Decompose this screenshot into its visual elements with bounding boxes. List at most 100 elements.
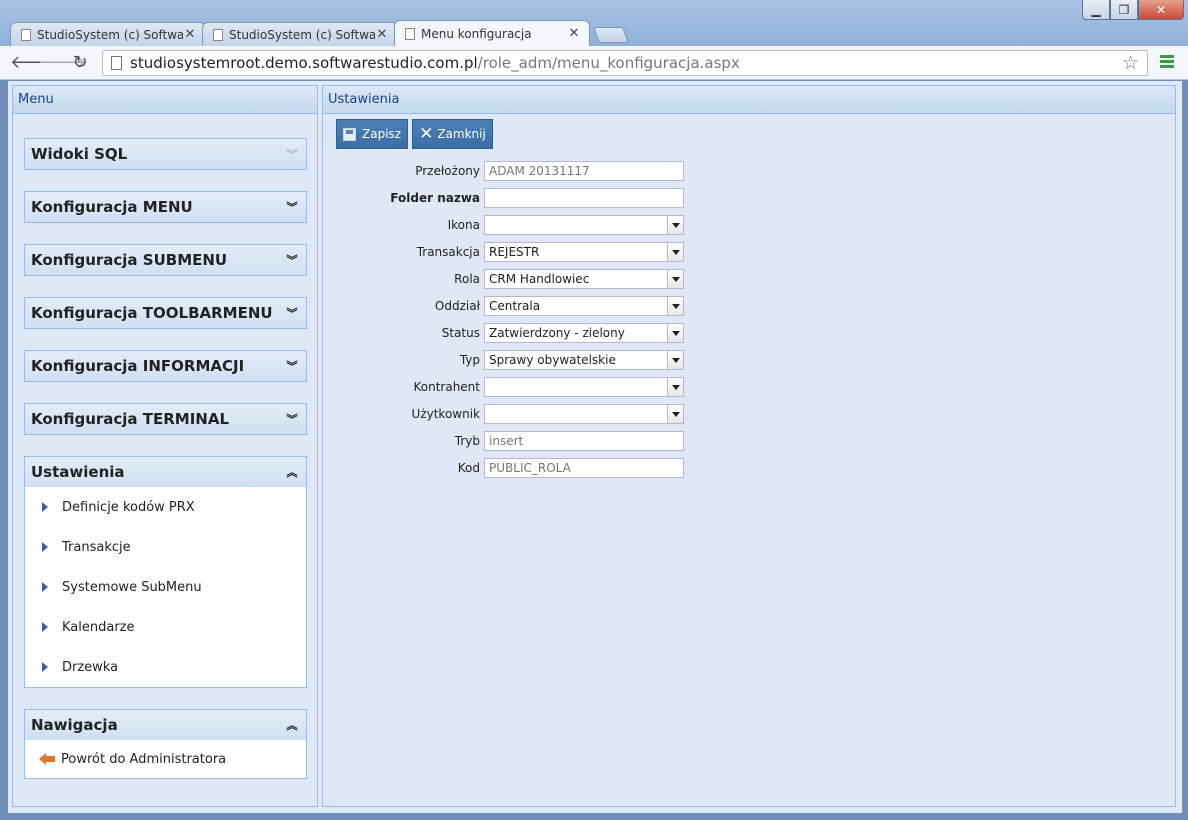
dropdown-arrow-icon[interactable] <box>667 270 683 288</box>
folder-nazwa-input[interactable] <box>484 188 684 208</box>
tab-title: Menu konfiguracja <box>421 26 532 41</box>
tab-title: StudioSystem (c) Software <box>37 27 183 42</box>
menu-panel-title: Menu <box>13 86 317 114</box>
section-header[interactable]: Konfiguracja TOOLBARMENU ︾ <box>25 298 306 328</box>
field-row-tryb: Tryb insert <box>323 431 823 451</box>
back-arrow-icon[interactable]: 🡐 <box>10 52 58 73</box>
expand-icon[interactable]: ︾ <box>284 252 300 268</box>
expand-icon[interactable]: ︾ <box>284 199 300 215</box>
section-header[interactable]: Konfiguracja SUBMENU ︾ <box>25 245 306 275</box>
field-label: Transakcja <box>416 245 480 259</box>
settings-panel: Ustawienia Zapisz ✕ Zamknij Przełożony A… <box>322 85 1176 807</box>
arrow-right-icon <box>42 622 48 632</box>
close-button[interactable]: ✕ Zamknij <box>412 119 493 149</box>
section-header[interactable]: Widoki SQL ︾ <box>25 139 306 169</box>
expand-icon[interactable]: ︾ <box>284 358 300 374</box>
collapse-icon[interactable]: ︽ <box>284 717 300 733</box>
section-title: Konfiguracja SUBMENU <box>31 251 228 269</box>
close-button-label: Zamknij <box>437 127 486 141</box>
ikona-select[interactable] <box>484 215 684 235</box>
page-icon <box>21 28 31 41</box>
dropdown-arrow-icon[interactable] <box>667 351 683 369</box>
tab-close-icon[interactable]: ✕ <box>183 27 197 42</box>
kod-field[interactable]: PUBLIC_ROLA <box>484 458 684 478</box>
expand-icon[interactable]: ︾ <box>284 411 300 427</box>
save-button[interactable]: Zapisz <box>336 119 409 149</box>
field-label: Ikona <box>447 218 480 232</box>
arrow-right-icon <box>42 542 48 552</box>
menu-item-systemowe-submenu[interactable]: Systemowe SubMenu <box>25 567 306 607</box>
form-toolbar: Zapisz ✕ Zamknij <box>336 119 497 149</box>
field-row-uzytkownik: Użytkownik <box>323 404 823 424</box>
tab-close-icon[interactable]: ✕ <box>567 26 581 41</box>
section-header[interactable]: Nawigacja ︽ <box>25 710 306 740</box>
section-header[interactable]: Konfiguracja INFORMACJI ︾ <box>25 351 306 381</box>
browser-tabs: StudioSystem (c) Software ✕ StudioSystem… <box>10 20 629 46</box>
browser-tab[interactable]: StudioSystem (c) Software ✕ <box>202 22 398 46</box>
browser-menu-icon[interactable] <box>1160 55 1174 70</box>
tab-title: StudioSystem (c) Software <box>229 27 375 42</box>
section-title: Ustawienia <box>31 463 125 481</box>
minimize-icon[interactable]: ▁ <box>1082 0 1110 20</box>
dropdown-arrow-icon[interactable] <box>667 243 683 261</box>
przelozony-field[interactable]: ADAM 20131117 <box>484 161 684 181</box>
url-text: studiosystemroot.demo.softwarestudio.com… <box>130 54 740 72</box>
save-button-label: Zapisz <box>362 127 402 141</box>
back-arrow-icon <box>39 752 57 766</box>
transakcja-select[interactable]: REJESTR <box>484 242 684 262</box>
section-header[interactable]: Ustawienia ︽ <box>25 457 306 487</box>
rola-select[interactable]: CRM Handlowiec <box>484 269 684 289</box>
forward-arrow-icon[interactable]: 🡒 <box>38 52 86 73</box>
section-konfiguracja-informacji[interactable]: Konfiguracja INFORMACJI ︾ <box>24 350 307 382</box>
collapse-icon[interactable]: ︽ <box>284 464 300 480</box>
field-label: Przełożony <box>415 164 480 178</box>
dropdown-arrow-icon[interactable] <box>667 297 683 315</box>
page-info-icon[interactable] <box>111 56 122 70</box>
expand-icon[interactable]: ︾ <box>284 305 300 321</box>
kontrahent-select[interactable] <box>484 377 684 397</box>
section-header[interactable]: Konfiguracja MENU ︾ <box>25 192 306 222</box>
field-row-kod: Kod PUBLIC_ROLA <box>323 458 823 478</box>
close-window-icon[interactable]: ✕ <box>1138 0 1184 20</box>
select-value: Centrala <box>489 299 541 313</box>
address-bar[interactable]: studiosystemroot.demo.softwarestudio.com… <box>102 50 1148 76</box>
section-widoki-sql[interactable]: Widoki SQL ︾ <box>24 138 307 170</box>
field-row-kontrahent: Kontrahent <box>323 377 823 397</box>
section-nawigacja: Nawigacja ︽ Powrót do Administratora <box>24 709 307 779</box>
page-icon <box>405 27 415 40</box>
section-konfiguracja-toolbarmenu[interactable]: Konfiguracja TOOLBARMENU ︾ <box>24 297 307 329</box>
browser-tab[interactable]: StudioSystem (c) Software ✕ <box>10 22 206 46</box>
section-konfiguracja-submenu[interactable]: Konfiguracja SUBMENU ︾ <box>24 244 307 276</box>
oddzial-select[interactable]: Centrala <box>484 296 684 316</box>
expand-icon[interactable]: ︾ <box>284 146 300 162</box>
browser-titlebar: ▁ ❐ ✕ StudioSystem (c) Software ✕ Studio… <box>0 0 1188 46</box>
reload-icon[interactable]: ↻ <box>66 52 94 73</box>
menu-item-powrot-do-administratora[interactable]: Powrót do Administratora <box>25 740 306 778</box>
section-title: Konfiguracja MENU <box>31 198 193 216</box>
menu-item-transakcje[interactable]: Transakcje <box>25 527 306 567</box>
section-title: Widoki SQL <box>31 145 128 163</box>
maximize-icon[interactable]: ❐ <box>1110 0 1138 20</box>
typ-select[interactable]: Sprawy obywatelskie <box>484 350 684 370</box>
dropdown-arrow-icon[interactable] <box>667 378 683 396</box>
section-konfiguracja-terminal[interactable]: Konfiguracja TERMINAL ︾ <box>24 403 307 435</box>
menu-item-definicje-kodow-prx[interactable]: Definicje kodów PRX <box>25 487 306 527</box>
dropdown-arrow-icon[interactable] <box>667 405 683 423</box>
arrow-right-icon <box>42 582 48 592</box>
dropdown-arrow-icon[interactable] <box>667 324 683 342</box>
bookmark-star-icon[interactable]: ☆ <box>1122 52 1139 74</box>
new-tab-button[interactable] <box>593 27 629 43</box>
status-select[interactable]: Zatwierdzony - zielony <box>484 323 684 343</box>
menu-item-kalendarze[interactable]: Kalendarze <box>25 607 306 647</box>
field-row-przelozony: Przełożony ADAM 20131117 <box>323 161 823 181</box>
uzytkownik-select[interactable] <box>484 404 684 424</box>
field-row-typ: Typ Sprawy obywatelskie <box>323 350 823 370</box>
tab-close-icon[interactable]: ✕ <box>375 27 389 42</box>
section-header[interactable]: Konfiguracja TERMINAL ︾ <box>25 404 306 434</box>
browser-tab-active[interactable]: Menu konfiguracja ✕ <box>394 20 590 46</box>
field-row-ikona: Ikona <box>323 215 823 235</box>
menu-item-drzewka[interactable]: Drzewka <box>25 647 306 687</box>
tryb-field[interactable]: insert <box>484 431 684 451</box>
dropdown-arrow-icon[interactable] <box>667 216 683 234</box>
section-konfiguracja-menu[interactable]: Konfiguracja MENU ︾ <box>24 191 307 223</box>
